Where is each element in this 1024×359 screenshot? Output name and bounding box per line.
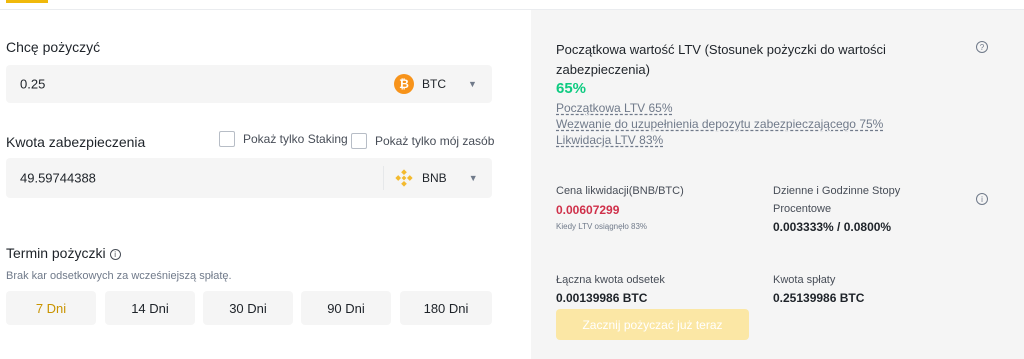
borrow-amount-value[interactable]: 0.25 [20,77,45,92]
ltv-value: 65% [556,80,587,97]
term-label-row: Termin pożyczki i [6,245,121,261]
ltv-initial: Początkowa LTV 65% [556,101,673,115]
active-tab-indicator [6,0,48,3]
total-interest-value: 0.00139986 BTC [556,291,648,305]
start-borrowing-button[interactable]: Zacznij pożyczać już teraz [556,309,749,340]
info-icon[interactable]: i [109,249,121,260]
summary-panel: Początkowa wartość LTV (Stosunek pożyczk… [531,10,1024,359]
question-icon[interactable]: ? [976,41,988,53]
term-option-7[interactable]: 7 Dni [6,291,96,325]
liquidation-price-label: Cena likwidacji(BNB/BTC) [556,185,684,197]
info-icon[interactable]: i [976,193,988,205]
bitcoin-icon: ₿ [394,74,414,94]
my-assets-only-label: Pokaż tylko mój zasób [375,134,495,148]
term-option-90[interactable]: 90 Dni [301,291,391,325]
ltv-liquidation: Likwidacja LTV 83% [556,133,664,147]
my-assets-only-checkbox[interactable] [351,133,367,149]
ltv-title: Początkowa wartość LTV (Stosunek pożyczk… [556,42,886,77]
chevron-down-icon: ▼ [468,173,478,183]
liquidation-price-note: Kiedy LTV osiągnęło 83% [556,222,648,231]
repay-amount-value: 0.25139986 BTC [773,291,865,305]
collateral-amount-field[interactable]: 49.59744388 BNB ▼ [6,158,492,198]
chevron-down-icon: ▼ [468,79,477,89]
liquidation-price-value: 0.00607299 [556,203,620,217]
repay-amount-label: Kwota spłaty [773,274,836,286]
borrow-amount-field[interactable]: 0.25 ₿ BTC ▼ [6,65,492,103]
term-label: Termin pożyczki [6,245,106,261]
staking-only-label: Pokaż tylko Staking [243,132,348,146]
rates-label: Dzienne i Godzinne Stopy Procentowe [773,185,901,215]
bnb-icon [394,168,414,188]
term-note: Brak kar odsetkowych za wcześniejszą spł… [6,270,232,282]
total-interest-label: Łączna kwota odsetek [556,274,665,286]
collateral-asset-select[interactable]: BNB ▼ [394,158,478,198]
collateral-amount-value[interactable]: 49.59744388 [20,171,96,186]
staking-only-checkbox[interactable] [219,131,235,147]
term-option-180[interactable]: 180 Dni [400,291,492,325]
borrow-asset-select[interactable]: ₿ BTC ▼ [394,65,477,103]
collateral-label: Kwota zabezpieczenia [6,134,146,150]
asset-divider [383,166,384,190]
rates-value: 0.003333% / 0.0800% [773,220,892,234]
borrow-asset-name: BTC [422,77,446,91]
term-option-14[interactable]: 14 Dni [105,291,195,325]
collateral-asset-name: BNB [422,171,447,185]
term-option-30[interactable]: 30 Dni [203,291,293,325]
ltv-margin-call: Wezwanie do uzupełnienia depozytu zabezp… [556,117,884,131]
borrow-label: Chcę pożyczyć [6,39,101,55]
